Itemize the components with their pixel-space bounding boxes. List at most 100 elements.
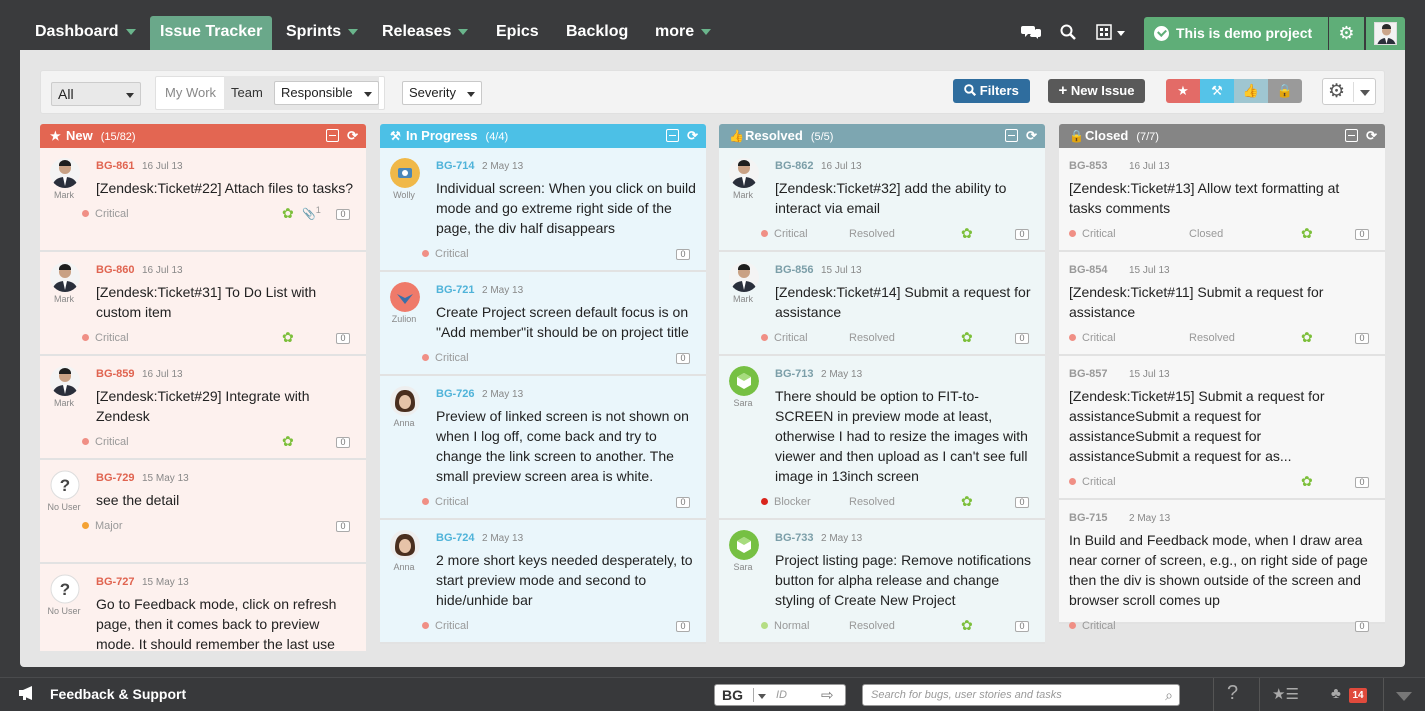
collapse-icon[interactable] <box>326 129 340 142</box>
comment-count[interactable]: 0 <box>1355 333 1369 344</box>
issue-title[interactable]: [Zendesk:Ticket#22] Attach files to task… <box>96 178 358 198</box>
issue-id-link[interactable]: BG-859 <box>96 368 135 380</box>
refresh-icon[interactable]: ⟳ <box>1026 129 1037 142</box>
issue-id-link[interactable]: BG-724 <box>436 532 475 544</box>
issue-title[interactable]: see the detail <box>96 490 358 510</box>
issue-card[interactable]: BG-857 15 Jul 13 [Zendesk:Ticket#15] Submi… <box>1059 356 1385 500</box>
issue-title[interactable]: Preview of linked screen is not shown on… <box>436 406 698 486</box>
issue-card[interactable]: ? No User BG-729 15 May 13 see the detail Maj… <box>40 460 366 564</box>
filter-new-button[interactable]: ★ <box>1166 79 1200 103</box>
refresh-icon[interactable]: ⟳ <box>1366 129 1377 142</box>
nav-backlog[interactable]: Backlog <box>566 16 628 50</box>
issue-card[interactable]: Mark BG-856 15 Jul 13 [Zendesk:Ticket#14] S… <box>719 252 1045 356</box>
help-icon[interactable]: ? <box>1227 682 1238 705</box>
filter-resolved-button[interactable]: 👍 <box>1234 79 1268 103</box>
nav-issue-tracker[interactable]: Issue Tracker <box>150 16 273 50</box>
issue-card[interactable]: BG-853 16 Jul 13 [Zendesk:Ticket#13] Allow… <box>1059 148 1385 252</box>
issue-id-link[interactable]: BG-726 <box>436 388 475 400</box>
issue-title[interactable]: [Zendesk:Ticket#13] Allow text formattin… <box>1069 178 1369 218</box>
go-arrow-icon[interactable]: ⇨ <box>821 686 834 704</box>
comment-count[interactable]: 0 <box>1015 229 1029 240</box>
issue-id-link[interactable]: BG-715 <box>1069 512 1108 524</box>
issue-title[interactable]: Go to Feedback mode, click on refresh pa… <box>96 594 358 651</box>
issue-card[interactable]: Sara BG-733 2 May 13 Project listing page: … <box>719 520 1045 644</box>
comment-count[interactable]: 0 <box>1015 497 1029 508</box>
comment-count[interactable]: 0 <box>336 521 350 532</box>
starred-list-icon[interactable]: ★☰ <box>1272 685 1299 703</box>
issue-id-link[interactable]: BG-721 <box>436 284 475 296</box>
issue-title[interactable]: There should be option to FIT-to-SCREEN … <box>775 386 1037 486</box>
feedback-support-link[interactable]: Feedback & Support <box>50 686 186 702</box>
comment-count[interactable]: 0 <box>676 249 690 260</box>
user-avatar[interactable] <box>1366 17 1405 50</box>
issue-id-input[interactable]: ID <box>776 689 787 701</box>
issue-card[interactable]: BG-715 2 May 13 In Build and Feedback mode… <box>1059 500 1385 632</box>
comment-count[interactable]: 0 <box>1015 333 1029 344</box>
issue-card[interactable]: Sara BG-713 2 May 13 There should be option… <box>719 356 1045 520</box>
issue-title[interactable]: Project listing page: Remove notificatio… <box>775 550 1037 610</box>
project-settings-button[interactable]: ⚙ <box>1329 17 1364 50</box>
issue-title[interactable]: [Zendesk:Ticket#11] Submit a request for… <box>1069 282 1369 322</box>
search-icon[interactable] <box>1060 24 1076 45</box>
comment-count[interactable]: 0 <box>336 437 350 448</box>
issue-title[interactable]: [Zendesk:Ticket#15] Submit a request for… <box>1069 386 1369 466</box>
issue-title[interactable]: 2 more short keys needed desperately, to… <box>436 550 698 610</box>
issue-title[interactable]: [Zendesk:Ticket#14] Submit a request for… <box>775 282 1037 322</box>
issue-title[interactable]: [Zendesk:Ticket#29] Integrate with Zende… <box>96 386 358 426</box>
filter-closed-button[interactable]: 🔒 <box>1268 79 1302 103</box>
comment-count[interactable]: 0 <box>1355 621 1369 632</box>
severity-select[interactable]: Severity <box>402 81 482 105</box>
comment-count[interactable]: 0 <box>1355 229 1369 240</box>
issue-id-link[interactable]: BG-861 <box>96 160 135 172</box>
issue-card[interactable]: Mark BG-861 16 Jul 13 [Zendesk:Ticket#22] A… <box>40 148 366 252</box>
refresh-icon[interactable]: ⟳ <box>347 129 358 142</box>
issue-id-link[interactable]: BG-713 <box>775 368 814 380</box>
issue-id-link[interactable]: BG-854 <box>1069 264 1108 276</box>
issue-title[interactable]: Create Project screen default focus is o… <box>436 302 698 342</box>
comment-count[interactable]: 0 <box>676 621 690 632</box>
my-work-tab[interactable]: My Work <box>165 76 216 110</box>
issue-id-link[interactable]: BG-856 <box>775 264 814 276</box>
issue-card[interactable]: Zulion BG-721 2 May 13 Create Project scree… <box>380 272 706 376</box>
nav-epics[interactable]: Epics <box>496 16 539 50</box>
issue-id-link[interactable]: BG-860 <box>96 264 135 276</box>
issue-id-link[interactable]: BG-862 <box>775 160 814 172</box>
comment-count[interactable]: 0 <box>676 353 690 364</box>
issue-card[interactable]: ? No User BG-727 15 May 13 Go to Feedback mo… <box>40 564 366 651</box>
filters-button[interactable]: Filters <box>953 79 1030 103</box>
new-issue-button[interactable]: + New Issue <box>1048 79 1145 103</box>
building-icon[interactable] <box>1096 24 1126 45</box>
comment-count[interactable]: 0 <box>1355 477 1369 488</box>
issue-card[interactable]: Mark BG-860 16 Jul 13 [Zendesk:Ticket#31] T… <box>40 252 366 356</box>
issue-id-link[interactable]: BG-857 <box>1069 368 1108 380</box>
comment-count[interactable]: 0 <box>1015 621 1029 632</box>
attachment-icon[interactable]: 📎1 <box>302 205 321 221</box>
issue-title[interactable]: Individual screen: When you click on bui… <box>436 178 698 238</box>
collapse-footer-icon[interactable] <box>1396 692 1412 701</box>
issue-card[interactable]: Mark BG-862 16 Jul 13 [Zendesk:Ticket#32] a… <box>719 148 1045 252</box>
issue-card[interactable]: Mark BG-859 16 Jul 13 [Zendesk:Ticket#29] I… <box>40 356 366 460</box>
nav-dashboard[interactable]: Dashboard <box>35 16 136 50</box>
issue-card[interactable]: Anna BG-724 2 May 13 2 more short keys need… <box>380 520 706 644</box>
issue-title[interactable]: [Zendesk:Ticket#31] To Do List with cust… <box>96 282 358 322</box>
board-settings-button[interactable]: ⚙ <box>1322 78 1376 105</box>
refresh-icon[interactable]: ⟳ <box>687 129 698 142</box>
issue-title[interactable]: [Zendesk:Ticket#32] add the ability to i… <box>775 178 1037 218</box>
nav-releases[interactable]: Releases <box>382 16 469 50</box>
issue-title[interactable]: In Build and Feedback mode, when I draw … <box>1069 530 1369 610</box>
collapse-icon[interactable] <box>666 129 680 142</box>
chevron-down-icon[interactable] <box>758 694 766 699</box>
issue-id-link[interactable]: BG-714 <box>436 160 475 172</box>
palm-tree-icon[interactable]: ♣ <box>1331 685 1341 702</box>
collapse-icon[interactable] <box>1005 129 1019 142</box>
demo-project-badge[interactable]: This is demo project <box>1144 17 1328 50</box>
issue-id-link[interactable]: BG-727 <box>96 576 135 588</box>
issue-card[interactable]: Anna BG-726 2 May 13 Preview of linked scre… <box>380 376 706 520</box>
issue-card[interactable]: Wolly BG-714 2 May 13 Individual screen: Wh… <box>380 148 706 272</box>
global-search-input[interactable]: Search for bugs, user stories and tasks … <box>862 684 1180 706</box>
chat-icon[interactable] <box>1021 24 1041 45</box>
issue-id-link[interactable]: BG-729 <box>96 472 135 484</box>
comment-count[interactable]: 0 <box>336 209 350 220</box>
project-code[interactable]: BG <box>722 687 743 703</box>
collapse-icon[interactable] <box>1345 129 1359 142</box>
